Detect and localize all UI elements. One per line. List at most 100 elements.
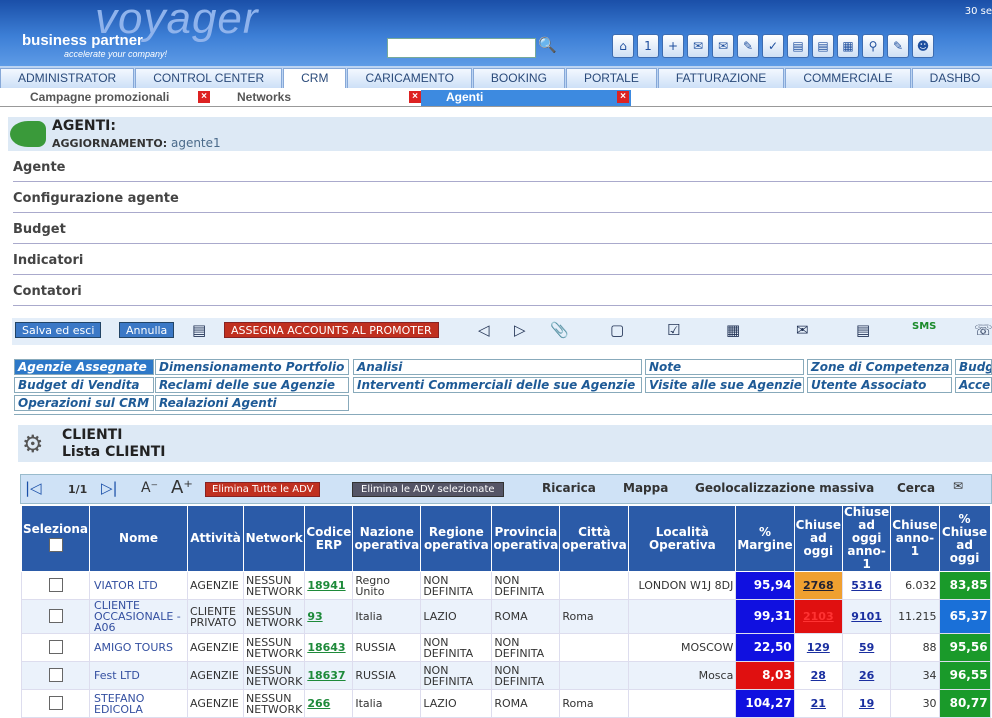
column-header[interactable]: Nazione operativa <box>352 505 422 572</box>
prev-icon[interactable]: ◁ <box>478 321 490 339</box>
section-agente[interactable]: Agente <box>13 160 992 182</box>
window-tab-agenti[interactable]: Agenti <box>421 90 631 106</box>
tab-administrator[interactable]: ADMINISTRATOR <box>0 68 135 88</box>
subpanel-relazioni[interactable]: Realazioni Agenti <box>155 395 349 411</box>
tab-caricamento[interactable]: CARICAMENTO <box>347 68 472 88</box>
column-header[interactable]: Chiuse ad oggi <box>793 505 843 572</box>
reload-button[interactable]: Ricarica <box>542 481 596 495</box>
column-header[interactable]: Località Operativa <box>628 505 737 572</box>
home-icon[interactable]: ⌂ <box>612 34 634 58</box>
subpanel-budget-vendita[interactable]: Budget di Vendita <box>14 377 154 393</box>
tab-commerciale[interactable]: COMMERCIALE <box>785 68 911 88</box>
sms-icon[interactable]: SMS <box>912 321 936 332</box>
document-icon[interactable]: ▤ <box>812 34 834 58</box>
column-header[interactable]: Provincia operativa <box>491 505 561 572</box>
closed-year-link[interactable]: 19 <box>841 689 892 718</box>
section-contatori[interactable]: Contatori <box>13 284 992 306</box>
client-name[interactable]: AMIGO TOURS <box>89 633 189 662</box>
client-name[interactable]: CLIENTE OCCASIONALE - A06 <box>89 599 189 634</box>
subpanel-note[interactable]: Note <box>645 359 804 375</box>
attachment-icon[interactable]: 📎 <box>550 321 569 339</box>
section-budget[interactable]: Budget <box>13 222 992 244</box>
subpanel-dimensionamento[interactable]: Dimensionamento Portfolio <box>155 359 349 375</box>
zoom-icon[interactable]: ⚲ <box>862 34 884 58</box>
column-header[interactable]: % Chiuse ad oggi <box>938 505 991 572</box>
next-icon[interactable]: ▷ <box>514 321 526 339</box>
erp-link[interactable]: 18637 <box>304 661 354 690</box>
search-icon[interactable]: 🔍 <box>538 36 557 54</box>
mail-icon[interactable]: ✉ <box>687 34 709 58</box>
delete-all-adv-button[interactable]: Elimina Tutte le ADV <box>205 482 321 497</box>
subpanel-reclami[interactable]: Reclami delle sue Agenzie <box>155 377 349 393</box>
closed-today-link[interactable]: 28 <box>793 661 843 690</box>
pencil-icon[interactable]: ✎ <box>737 34 759 58</box>
column-header[interactable]: Regione operativa <box>420 505 493 572</box>
select-all-checkbox[interactable] <box>48 537 63 552</box>
first-page-icon[interactable]: |◁ <box>25 479 42 497</box>
save-exit-button[interactable]: Salva ed esci <box>15 322 102 338</box>
close-icon[interactable]: × <box>617 91 629 103</box>
mail-icon[interactable]: ✉ <box>796 321 809 339</box>
client-name[interactable]: VIATOR LTD <box>89 571 189 600</box>
font-decrease-icon[interactable]: A⁻ <box>141 480 158 496</box>
headset-icon[interactable]: ☏ <box>974 321 992 339</box>
table-row[interactable]: CLIENTE OCCASIONALE - A06 CLIENTE PRIVATO… <box>20 599 991 634</box>
section-indicatori[interactable]: Indicatori <box>13 253 992 275</box>
edit-icon[interactable]: ✎ <box>887 34 909 58</box>
row-checkbox[interactable] <box>48 695 63 710</box>
table-row[interactable]: STEFANO EDICOLA AGENZIE NESSUN NETWORK 266 I… <box>20 689 991 718</box>
row-checkbox[interactable] <box>48 608 63 623</box>
font-increase-icon[interactable]: A⁺ <box>171 477 193 498</box>
erp-link[interactable]: 266 <box>304 689 354 718</box>
subpanel-budg[interactable]: Budg <box>955 359 992 375</box>
closed-year-link[interactable]: 5316 <box>841 571 892 600</box>
closed-year-link[interactable]: 26 <box>841 661 892 690</box>
table-row[interactable]: AMIGO TOURS AGENZIE NESSUN NETWORK 18643 RUS… <box>20 633 991 662</box>
close-icon[interactable]: × <box>198 91 210 103</box>
checklist-icon[interactable]: ✓ <box>762 34 784 58</box>
tab-fatturazione[interactable]: FATTURAZIONE <box>657 68 785 88</box>
subpanel-analisi[interactable]: Analisi <box>353 359 642 375</box>
subpanel-interventi[interactable]: Interventi Commerciali delle sue Agenzie <box>353 377 642 393</box>
geolocation-button[interactable]: Geolocalizzazione massiva <box>695 481 874 495</box>
close-icon[interactable]: × <box>409 91 421 103</box>
closed-today-link[interactable]: 2768 <box>793 571 843 600</box>
subpanel-utente[interactable]: Utente Associato <box>807 377 952 393</box>
subpanel-agenzie-assegnate[interactable]: Agenzie Assegnate <box>14 359 154 375</box>
table-row[interactable]: Fest LTD AGENZIE NESSUN NETWORK 18637 RUSSIA… <box>20 661 991 690</box>
gear-back-icon[interactable] <box>10 121 46 147</box>
row-checkbox[interactable] <box>48 639 63 654</box>
mail-icon[interactable]: ✉ <box>953 479 963 493</box>
subpanel-acce[interactable]: Acce <box>955 377 992 393</box>
row-checkbox[interactable] <box>48 577 63 592</box>
map-button[interactable]: Mappa <box>623 481 668 495</box>
list-icon[interactable]: ▤ <box>192 321 206 339</box>
closed-today-link[interactable]: 129 <box>793 633 843 662</box>
column-header[interactable]: Attività <box>187 505 245 572</box>
section-configurazione[interactable]: Configurazione agente <box>13 191 992 213</box>
note-icon[interactable]: ▢ <box>610 321 624 339</box>
table-row[interactable]: VIATOR LTD AGENZIE NESSUN NETWORK 18941 Regn… <box>20 571 991 600</box>
subpanel-visite[interactable]: Visite alle sue Agenzie <box>645 377 804 393</box>
calculator-icon[interactable]: ▦ <box>837 34 859 58</box>
column-header[interactable]: Città operativa <box>559 505 630 572</box>
delete-selected-adv-button[interactable]: Elimina le ADV selezionate <box>352 482 504 497</box>
closed-year-link[interactable]: 59 <box>841 633 892 662</box>
tab-crm[interactable]: CRM <box>283 68 347 88</box>
subpanel-zone[interactable]: Zone di Competenza <box>807 359 952 375</box>
tab-control-center[interactable]: CONTROL CENTER <box>135 68 283 88</box>
users-icon[interactable]: ☻ <box>912 34 934 58</box>
assign-accounts-button[interactable]: ASSEGNA ACCOUNTS AL PROMOTER <box>224 322 439 338</box>
card-icon[interactable]: ▤ <box>787 34 809 58</box>
client-name[interactable]: Fest LTD <box>89 661 189 690</box>
print-icon[interactable]: ▤ <box>856 321 870 339</box>
calendar-icon[interactable]: 1 <box>637 34 659 58</box>
calendar-add-icon[interactable]: + <box>662 34 684 58</box>
column-header[interactable]: Chiuse ad oggi anno-1 <box>841 505 892 572</box>
global-search-input[interactable] <box>387 38 536 58</box>
erp-link[interactable]: 18643 <box>304 633 354 662</box>
column-header[interactable]: Nome <box>89 505 189 572</box>
row-checkbox[interactable] <box>48 667 63 682</box>
erp-link[interactable]: 93 <box>304 599 354 634</box>
erp-link[interactable]: 18941 <box>304 571 354 600</box>
